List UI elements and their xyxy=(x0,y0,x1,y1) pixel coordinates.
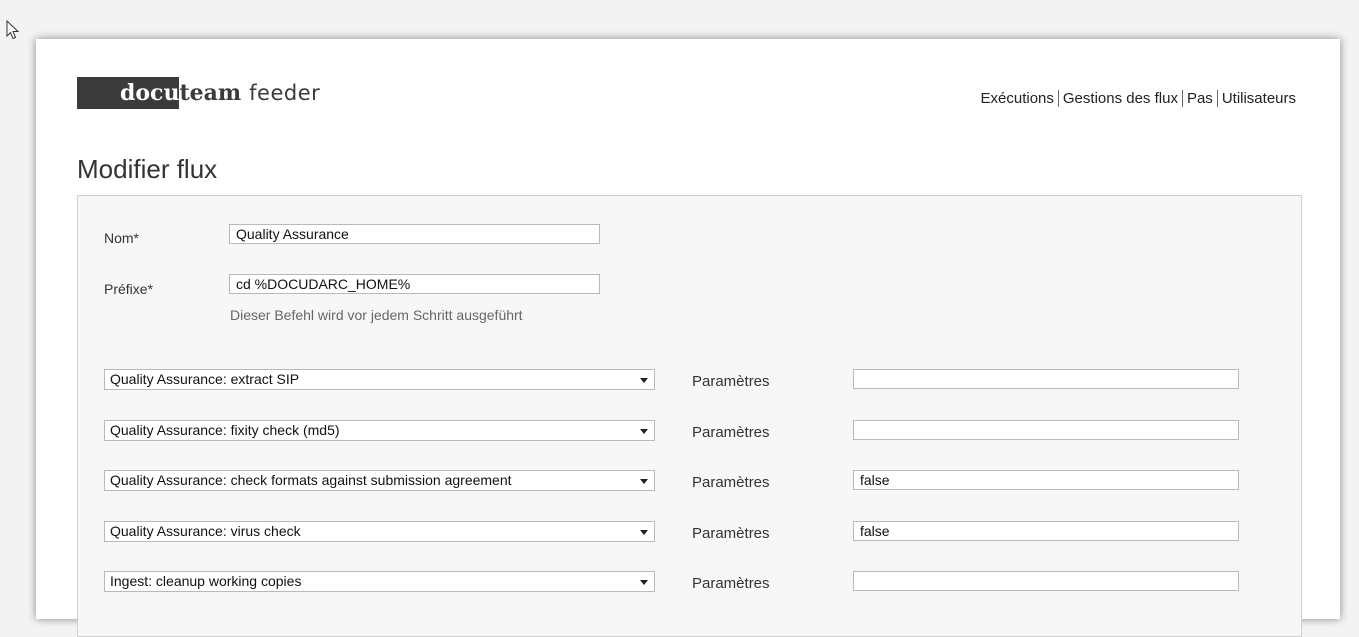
param-input-5[interactable] xyxy=(853,571,1239,591)
app-logo[interactable]: docu team feeder xyxy=(77,77,320,109)
name-label: Nom* xyxy=(104,230,140,246)
logo-feeder: feeder xyxy=(249,81,321,105)
chevron-down-icon xyxy=(640,580,648,585)
mouse-pointer-icon xyxy=(6,20,20,40)
param-label-5: Paramètres xyxy=(692,575,770,592)
nav-separator xyxy=(1181,90,1183,107)
param-input-4[interactable] xyxy=(853,521,1239,541)
chevron-down-icon xyxy=(640,530,648,535)
nav-executions[interactable]: Exécutions xyxy=(981,90,1054,107)
nav-separator xyxy=(1216,90,1218,107)
main-window: docu team feeder Exécutions Gestions des… xyxy=(36,39,1340,637)
page-title: Modifier flux xyxy=(77,154,218,184)
nav-flow-management[interactable]: Gestions des flux xyxy=(1063,90,1178,107)
step-select-5[interactable]: Ingest: cleanup working copies xyxy=(104,571,655,592)
step-select-value: Quality Assurance: check formats against… xyxy=(110,472,512,488)
prefix-label: Préfixe* xyxy=(104,281,154,297)
param-label-4: Paramètres xyxy=(692,525,770,542)
step-select-2[interactable]: Quality Assurance: fixity check (md5) xyxy=(104,420,655,441)
name-input[interactable] xyxy=(229,224,600,244)
param-label-3: Paramètres xyxy=(692,474,770,491)
nav-separator xyxy=(1057,90,1059,107)
chevron-down-icon xyxy=(640,429,648,434)
param-input-2[interactable] xyxy=(853,420,1239,440)
step-select-value: Quality Assurance: virus check xyxy=(110,523,301,539)
param-input-3[interactable] xyxy=(853,470,1239,490)
param-label-2: Paramètres xyxy=(692,424,770,441)
edit-flow-form: Nom* Préfixe* Dieser Befehl wird vor jed… xyxy=(77,195,1302,637)
chevron-down-icon xyxy=(640,479,648,484)
step-select-value: Quality Assurance: extract SIP xyxy=(110,371,300,387)
param-input-1[interactable] xyxy=(853,369,1239,389)
nav-steps[interactable]: Pas xyxy=(1187,90,1213,107)
step-select-3[interactable]: Quality Assurance: check formats against… xyxy=(104,470,655,491)
top-nav: Exécutions Gestions des flux Pas Utilisa… xyxy=(981,90,1296,107)
logo-docu: docu xyxy=(77,77,180,109)
step-select-value: Quality Assurance: fixity check (md5) xyxy=(110,422,340,438)
nav-users[interactable]: Utilisateurs xyxy=(1222,90,1296,107)
param-label-1: Paramètres xyxy=(692,373,770,390)
step-select-value: Ingest: cleanup working copies xyxy=(110,573,302,589)
prefix-input[interactable] xyxy=(229,274,600,294)
chevron-down-icon xyxy=(640,378,648,383)
logo-team: team xyxy=(179,80,242,106)
step-select-4[interactable]: Quality Assurance: virus check xyxy=(104,521,655,542)
step-select-1[interactable]: Quality Assurance: extract SIP xyxy=(104,369,655,390)
prefix-hint: Dieser Befehl wird vor jedem Schritt aus… xyxy=(230,307,523,323)
